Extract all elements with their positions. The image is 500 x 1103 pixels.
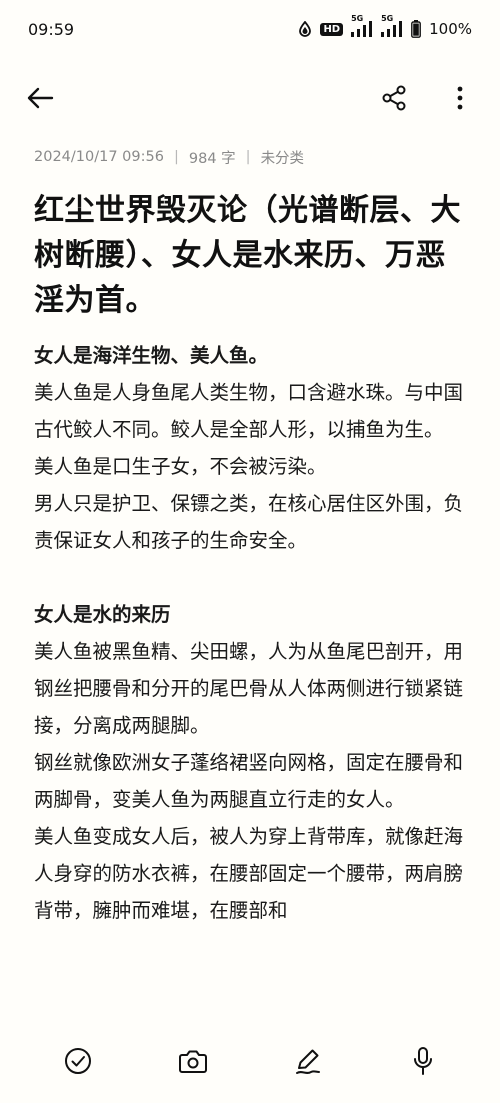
hd-label: HD — [320, 22, 344, 36]
status-indicators: HD 5G 5G 100% — [298, 14, 472, 38]
app-bar — [0, 68, 500, 128]
note-body[interactable]: 女人是海洋生物、美人鱼。 美人鱼是人身鱼尾人类生物，口含避水珠。与中国古代鲛人不同… — [34, 337, 464, 929]
hd-badge: HD — [320, 22, 344, 36]
word-count: 984 字 — [188, 150, 236, 167]
signal-icon: 5G — [351, 14, 373, 37]
microphone-icon[interactable] — [405, 1043, 441, 1079]
bottom-toolbar — [0, 1030, 500, 1092]
network-type-label-2: 5G — [381, 14, 394, 23]
note-title[interactable]: 红尘世界毁灭论（光谱断层、大树断腰）、女人是水来历、万恶淫为首。 — [34, 188, 464, 323]
check-circle-icon[interactable] — [60, 1043, 96, 1079]
more-vertical-icon[interactable] — [442, 80, 478, 116]
note-meta: 2024/10/17 09:56 | 984 字 | 未分类 — [34, 145, 304, 169]
paragraph[interactable]: 美人鱼是口生子女，不会被污染。 — [34, 448, 464, 485]
water-drop-icon — [298, 21, 312, 37]
note-category[interactable]: 未分类 — [261, 147, 305, 168]
note-content[interactable]: 红尘世界毁灭论（光谱断层、大树断腰）、女人是水来历、万恶淫为首。 女人是海洋生物… — [34, 188, 464, 929]
status-time: 09:59 — [28, 19, 75, 39]
meta-divider: | — [173, 149, 179, 165]
camera-icon[interactable] — [175, 1043, 211, 1079]
signal-icon-2: 5G — [381, 14, 403, 37]
meta-divider: | — [245, 149, 251, 165]
back-arrow-icon[interactable] — [22, 80, 58, 116]
app-bar-actions — [376, 80, 478, 116]
paragraph[interactable]: 美人鱼变成女人后，被人为穿上背带库，就像赶海人身穿的防水衣裤，在腰部固定一个腰带… — [34, 818, 464, 929]
battery-icon — [411, 20, 422, 38]
note-date: 2024/10/17 09:56 — [34, 149, 164, 165]
share-icon[interactable] — [376, 80, 412, 116]
paragraph[interactable] — [34, 559, 464, 596]
paragraph[interactable]: 男人只是护卫、保镖之类，在核心居住区外围，负责保证女人和孩子的生命安全。 — [34, 485, 464, 559]
section-heading[interactable]: 女人是海洋生物、美人鱼。 — [34, 337, 464, 374]
content-fade — [0, 1000, 500, 1030]
network-type-label: 5G — [351, 14, 364, 23]
status-bar: 09:59 HD 5G 5G 100% — [0, 0, 500, 58]
paragraph[interactable]: 美人鱼被黑鱼精、尖田螺，人为从鱼尾巴剖开，用钢丝把腰骨和分开的尾巴骨从人体两侧进… — [34, 633, 464, 744]
paragraph[interactable]: 美人鱼是人身鱼尾人类生物，口含避水珠。与中国古代鲛人不同。鲛人是全部人形，以捕鱼… — [34, 374, 464, 448]
paragraph[interactable]: 钢丝就像欧洲女子蓬络裙竖向网格，固定在腰骨和两脚骨，变美人鱼为两腿直立行走的女人… — [34, 744, 464, 818]
battery-level: 100% — [429, 20, 472, 38]
pen-icon[interactable] — [290, 1043, 326, 1079]
section-heading[interactable]: 女人是水的来历 — [34, 596, 464, 633]
